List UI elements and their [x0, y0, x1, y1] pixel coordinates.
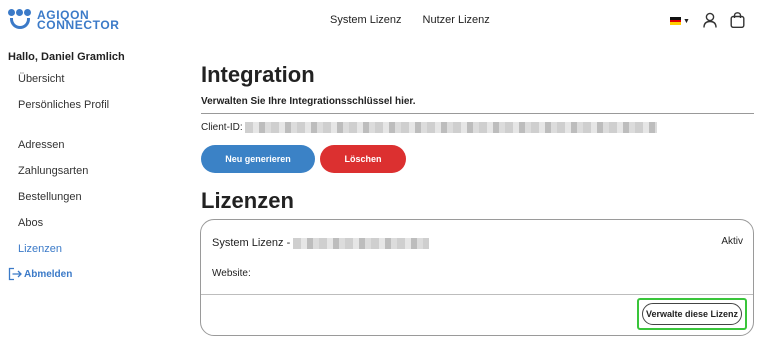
brand-logo-icon — [8, 9, 32, 31]
client-id-label: Client-ID: — [201, 122, 243, 133]
license-website-label: Website: — [212, 268, 251, 279]
delete-button[interactable]: Löschen — [320, 145, 406, 173]
manage-button-highlight: Verwalte diese Lizenz — [637, 298, 747, 330]
nav-nutzer-lizenz[interactable]: Nutzer Lizenz — [423, 14, 490, 26]
brand-line2: CONNECTOR — [37, 18, 120, 32]
chevron-down-icon[interactable]: ▼ — [683, 18, 690, 25]
sidebar-item-lizenzen[interactable]: Lizenzen — [18, 243, 138, 269]
licenses-title: Lizenzen — [201, 188, 294, 213]
integration-subtitle: Verwalten Sie Ihre Integrationsschlüssel… — [201, 96, 416, 107]
top-navigation: System Lizenz Nutzer Lizenz — [330, 14, 490, 26]
license-status: Aktiv — [721, 236, 743, 247]
sidebar-item-profil[interactable]: Persönliches Profil — [18, 99, 138, 139]
client-id-row: Client-ID: — [201, 122, 657, 133]
license-name-prefix: System Lizenz - — [212, 237, 291, 249]
shopping-bag-icon[interactable] — [730, 12, 745, 28]
user-icon[interactable] — [703, 12, 717, 28]
logout-label: Abmelden — [24, 268, 73, 280]
sidebar-item-uebersicht[interactable]: Übersicht — [18, 73, 138, 99]
client-id-redacted — [244, 122, 657, 133]
user-greeting: Hallo, Daniel Gramlich — [8, 51, 125, 63]
brand-logo[interactable]: AGIQON CONNECTOR — [8, 9, 120, 31]
license-name: System Lizenz - — [212, 237, 430, 249]
license-card: System Lizenz - Aktiv Website: Verwalte … — [200, 219, 754, 336]
nav-system-lizenz[interactable]: System Lizenz — [330, 14, 402, 26]
account-sidebar: Übersicht Persönliches Profil Adressen Z… — [18, 73, 138, 269]
card-divider — [201, 294, 753, 295]
license-key-redacted — [293, 237, 430, 249]
header-actions: ▼ — [670, 12, 745, 28]
regenerate-button[interactable]: Neu generieren — [201, 145, 315, 173]
section-divider — [201, 113, 754, 114]
sidebar-item-adressen[interactable]: Adressen — [18, 139, 138, 165]
german-flag-icon[interactable] — [670, 17, 681, 26]
logout-link[interactable]: Abmelden — [8, 267, 72, 281]
logout-icon — [8, 267, 22, 281]
manage-license-button[interactable]: Verwalte diese Lizenz — [642, 303, 742, 325]
sidebar-item-zahlungsarten[interactable]: Zahlungsarten — [18, 165, 138, 191]
sidebar-item-bestellungen[interactable]: Bestellungen — [18, 191, 138, 217]
integration-title: Integration — [201, 62, 315, 87]
sidebar-item-abos[interactable]: Abos — [18, 217, 138, 243]
